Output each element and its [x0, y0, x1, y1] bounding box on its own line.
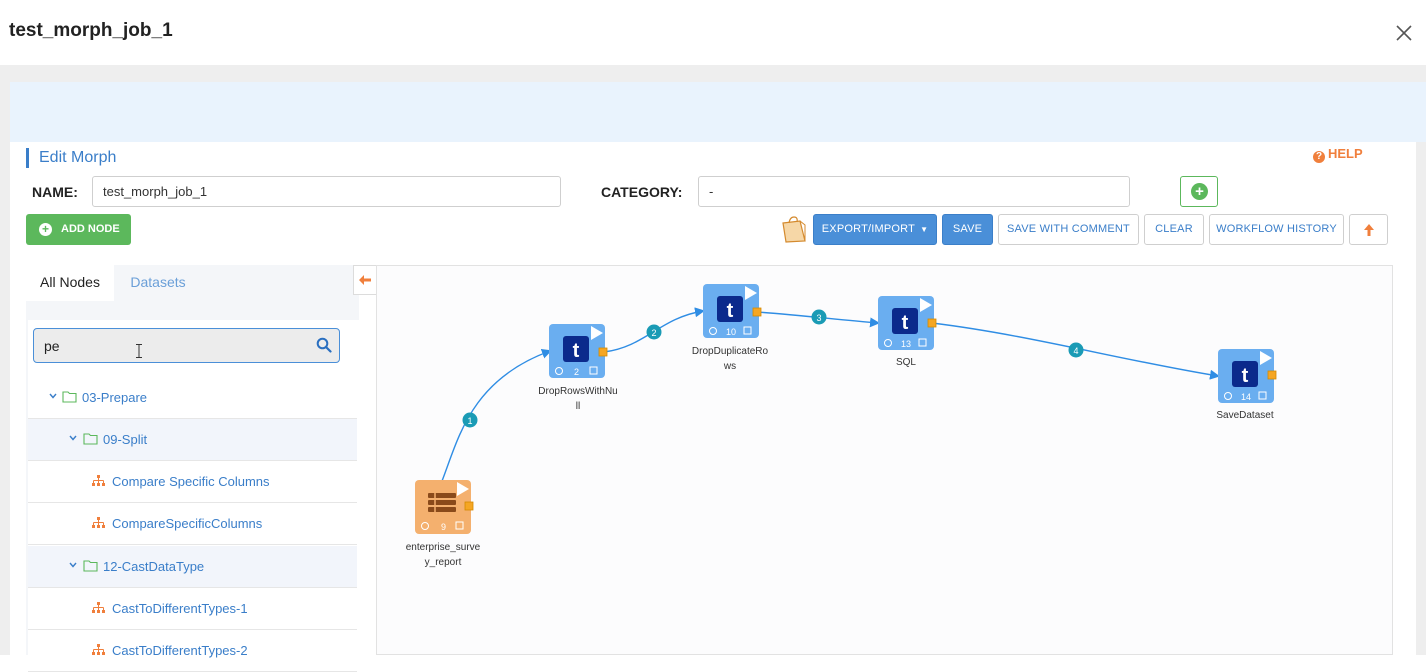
tree-node-casttodifferenttypes-2[interactable]: CastToDifferentTypes-2	[28, 630, 357, 672]
plus-circle-icon: +	[39, 223, 52, 236]
sitemap-icon	[92, 475, 105, 486]
top-banner	[10, 82, 1426, 142]
svg-text:13: 13	[901, 339, 911, 349]
tree-item-label: Compare Specific Columns	[112, 474, 270, 489]
workflow-node-sql[interactable]: t 13	[878, 296, 938, 352]
add-node-label: ADD NODE	[61, 223, 120, 235]
close-icon[interactable]	[1393, 22, 1415, 44]
node-label: enterprise_surve y_report	[405, 542, 481, 568]
workflow-node-enterprise-survey-report[interactable]: 9	[415, 480, 475, 536]
node-label: SaveDataset	[1216, 410, 1274, 421]
chevron-down-icon	[49, 393, 57, 399]
save-button[interactable]: SAVE	[942, 214, 993, 245]
svg-text:14: 14	[1241, 392, 1251, 402]
category-input[interactable]	[698, 176, 1130, 207]
tree-item-label: 12-CastDataType	[103, 559, 205, 574]
tree-item-label: 09-Split	[103, 432, 148, 447]
modal-header: test_morph_job_1	[0, 0, 1426, 65]
plus-circle-icon: +	[1191, 183, 1208, 200]
tree-item-label: CastToDifferentTypes-1	[112, 601, 248, 616]
section-title: Edit Morph	[26, 148, 116, 168]
category-label: CATEGORY:	[601, 184, 683, 200]
export-import-button[interactable]: EXPORT/IMPORT ▼	[813, 214, 937, 245]
node-label: DropRowsWithNu ll	[538, 386, 618, 412]
svg-text:t: t	[573, 340, 580, 362]
tree-folder-03-prepare[interactable]: 03-Prepare	[28, 377, 357, 419]
workflow-node-dropduplicaterows[interactable]: t 10	[703, 284, 763, 340]
arrow-left-icon	[359, 275, 371, 285]
caret-down-icon: ▼	[920, 225, 929, 234]
export-import-label: EXPORT/IMPORT	[821, 223, 915, 235]
folder-icon	[83, 433, 98, 445]
node-label: SQL	[895, 357, 916, 368]
help-label: HELP	[1328, 146, 1363, 161]
svg-text:2: 2	[574, 367, 579, 377]
search-icon[interactable]	[316, 337, 332, 353]
chevron-down-icon	[69, 435, 77, 441]
sitemap-icon	[92, 602, 105, 613]
workflow-history-button[interactable]: WORKFLOW HISTORY	[1209, 214, 1344, 245]
modal-title: test_morph_job_1	[9, 20, 173, 41]
tab-datasets[interactable]: Datasets	[118, 265, 198, 301]
tree-item-label: CastToDifferentTypes-2	[112, 643, 248, 658]
text-cursor-icon	[136, 344, 142, 358]
tree-folder-09-split[interactable]: 09-Split	[28, 419, 357, 461]
tree-item-label: 03-Prepare	[82, 390, 148, 405]
table-icon	[428, 493, 456, 512]
tree-node-compare-specific-columns[interactable]: Compare Specific Columns	[28, 461, 357, 503]
name-input[interactable]	[92, 176, 561, 207]
svg-text:10: 10	[726, 327, 736, 337]
workflow-node-savedataset[interactable]: t 14	[1218, 349, 1278, 405]
tree-item-label: CompareSpecificColumns	[112, 516, 263, 531]
svg-text:t: t	[902, 312, 909, 334]
chevron-down-icon	[69, 562, 77, 568]
workflow-node-droprowswithnull[interactable]: t 2	[549, 324, 609, 380]
shopping-bag-icon[interactable]	[780, 215, 808, 243]
name-label: NAME:	[32, 184, 78, 200]
scroll-up-button[interactable]	[1349, 214, 1388, 245]
tab-all-nodes[interactable]: All Nodes	[26, 265, 114, 301]
question-icon: ?	[1313, 151, 1325, 163]
folder-icon	[83, 560, 98, 572]
add-category-button[interactable]: +	[1180, 176, 1218, 207]
tree-node-casttodifferenttypes-1[interactable]: CastToDifferentTypes-1	[28, 588, 357, 630]
svg-text:t: t	[727, 300, 734, 322]
collapse-sidebar-button[interactable]	[353, 265, 377, 295]
folder-icon	[62, 391, 77, 403]
add-node-button[interactable]: + ADD NODE	[26, 214, 131, 245]
sitemap-icon	[92, 517, 105, 528]
node-search-input[interactable]	[33, 328, 340, 363]
arrow-up-icon	[1363, 224, 1374, 236]
tree-folder-12-castdatatype[interactable]: 12-CastDataType	[28, 546, 357, 588]
svg-text:9: 9	[441, 522, 446, 532]
svg-text:t: t	[1242, 365, 1249, 387]
sitemap-icon	[92, 644, 105, 655]
node-label: DropDuplicateRo ws	[691, 346, 769, 372]
tree-node-comparespecificcolumns[interactable]: CompareSpecificColumns	[28, 503, 357, 545]
save-with-comment-button[interactable]: SAVE WITH COMMENT	[998, 214, 1139, 245]
clear-button[interactable]: CLEAR	[1144, 214, 1204, 245]
help-link[interactable]: ? HELP	[1313, 146, 1363, 163]
